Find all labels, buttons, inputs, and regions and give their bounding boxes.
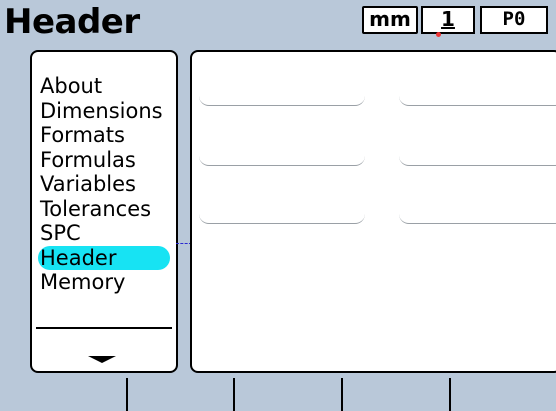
softkey-2[interactable]	[128, 378, 235, 411]
part-number: 1	[441, 7, 455, 31]
program-indicator[interactable]: P0	[480, 6, 548, 34]
softkey-bar	[0, 378, 556, 411]
page-title: Header	[4, 2, 140, 42]
menu-item-formats[interactable]: Formats	[38, 123, 170, 148]
softkey-5[interactable]	[451, 378, 556, 411]
softkey-3[interactable]	[235, 378, 343, 411]
menu-item-memory[interactable]: Memory	[38, 270, 170, 295]
menu-item-formulas[interactable]: Formulas	[38, 148, 170, 173]
header-field-4[interactable]	[399, 154, 556, 166]
part-marker-icon	[436, 32, 441, 37]
menu-item-tolerances[interactable]: Tolerances	[38, 197, 170, 222]
down-arrow-icon[interactable]	[88, 356, 116, 363]
menu-item-about[interactable]: About	[38, 74, 170, 99]
units-indicator[interactable]: mm	[362, 6, 418, 34]
softkey-1[interactable]	[0, 378, 128, 411]
menu-divider	[36, 327, 172, 329]
header-fields-panel	[190, 50, 556, 373]
header-field-3[interactable]	[199, 154, 365, 166]
softkey-4[interactable]	[343, 378, 451, 411]
header-field-2[interactable]	[399, 94, 556, 106]
menu-item-spc[interactable]: SPC	[38, 221, 170, 246]
setup-menu-list: About Dimensions Formats Formulas Variab…	[38, 74, 170, 295]
setup-menu: About Dimensions Formats Formulas Variab…	[30, 50, 178, 373]
header-field-6[interactable]	[399, 212, 556, 224]
menu-item-dimensions[interactable]: Dimensions	[38, 99, 170, 124]
header-field-5[interactable]	[199, 212, 365, 224]
header-field-1[interactable]	[199, 94, 365, 106]
part-indicator[interactable]: 1	[421, 6, 475, 37]
menu-item-variables[interactable]: Variables	[38, 172, 170, 197]
menu-item-header[interactable]: Header	[38, 245, 170, 270]
screen: Header mm 1 P0 About Dimensions Formats …	[0, 0, 556, 411]
